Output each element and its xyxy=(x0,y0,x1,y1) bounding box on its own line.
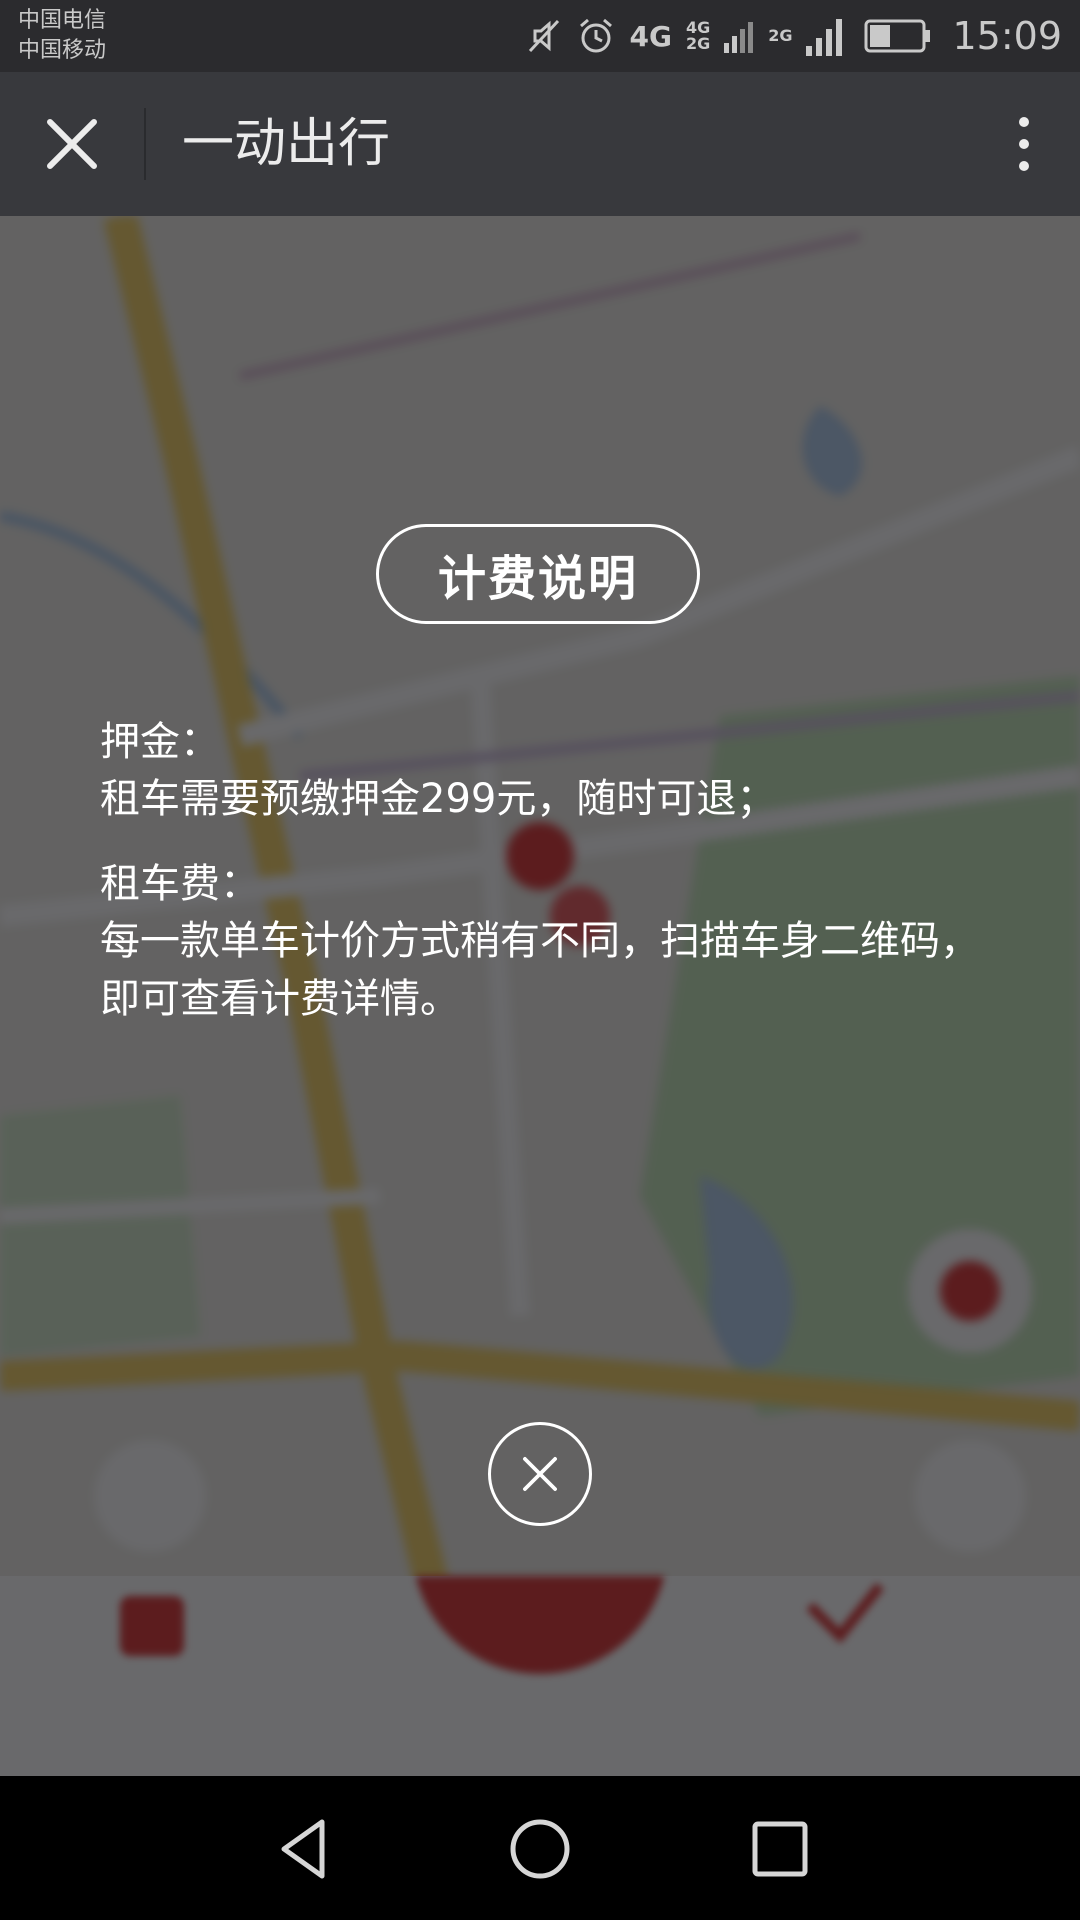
fee-title-badge: 计费说明 xyxy=(376,524,700,624)
network-type-secondary: 4G 2G xyxy=(686,20,710,52)
map-background: 计费说明 押金： 租车需要预缴押金299元，随时可退； 租车费： 每一款单车计价… xyxy=(0,216,1080,1776)
network-tertiary: 2G xyxy=(768,28,792,44)
network-secondary-bottom: 2G xyxy=(685,34,711,53)
close-circle-icon[interactable] xyxy=(488,1422,592,1526)
signal-icon-2 xyxy=(806,19,843,56)
back-icon[interactable] xyxy=(270,1814,340,1884)
page-title: 一动出行 xyxy=(182,114,391,174)
carrier-info: 中国电信 中国移动 xyxy=(18,6,106,66)
system-nav-bar xyxy=(0,1776,1080,1920)
mute-icon xyxy=(529,19,560,53)
carrier-2: 中国移动 xyxy=(18,38,107,63)
battery-icon xyxy=(864,19,931,53)
more-vertical-icon[interactable] xyxy=(1004,112,1044,176)
recent-apps-icon[interactable] xyxy=(745,1814,815,1884)
close-icon[interactable] xyxy=(42,114,102,174)
status-bar: 中国电信 中国移动 4G 4G 2G 2G 15:09 xyxy=(0,0,1080,72)
network-type-primary: 4G xyxy=(629,19,672,53)
signal-icon xyxy=(724,22,754,53)
deposit-heading: 押金： xyxy=(100,719,220,765)
home-icon[interactable] xyxy=(505,1814,575,1884)
title-bar: 一动出行 xyxy=(0,72,1080,216)
rental-text: 每一款单车计价方式稍有不同，扫描车身二维码，即可查看计费详情。 xyxy=(100,918,980,1022)
title-divider xyxy=(144,108,146,180)
fee-description: 押金： 租车需要预缴押金299元，随时可退； 租车费： 每一款单车计价方式稍有不… xyxy=(100,714,980,1028)
deposit-text: 租车需要预缴押金299元，随时可退； xyxy=(100,776,777,822)
status-icons: 4G 4G 2G 2G 15:09 xyxy=(525,0,1062,72)
alarm-icon xyxy=(580,18,613,53)
carrier-1: 中国电信 xyxy=(18,8,107,33)
rental-heading: 租车费： xyxy=(100,861,260,907)
status-time: 15:09 xyxy=(952,14,1062,58)
network-tertiary-label: 2G xyxy=(768,26,793,45)
